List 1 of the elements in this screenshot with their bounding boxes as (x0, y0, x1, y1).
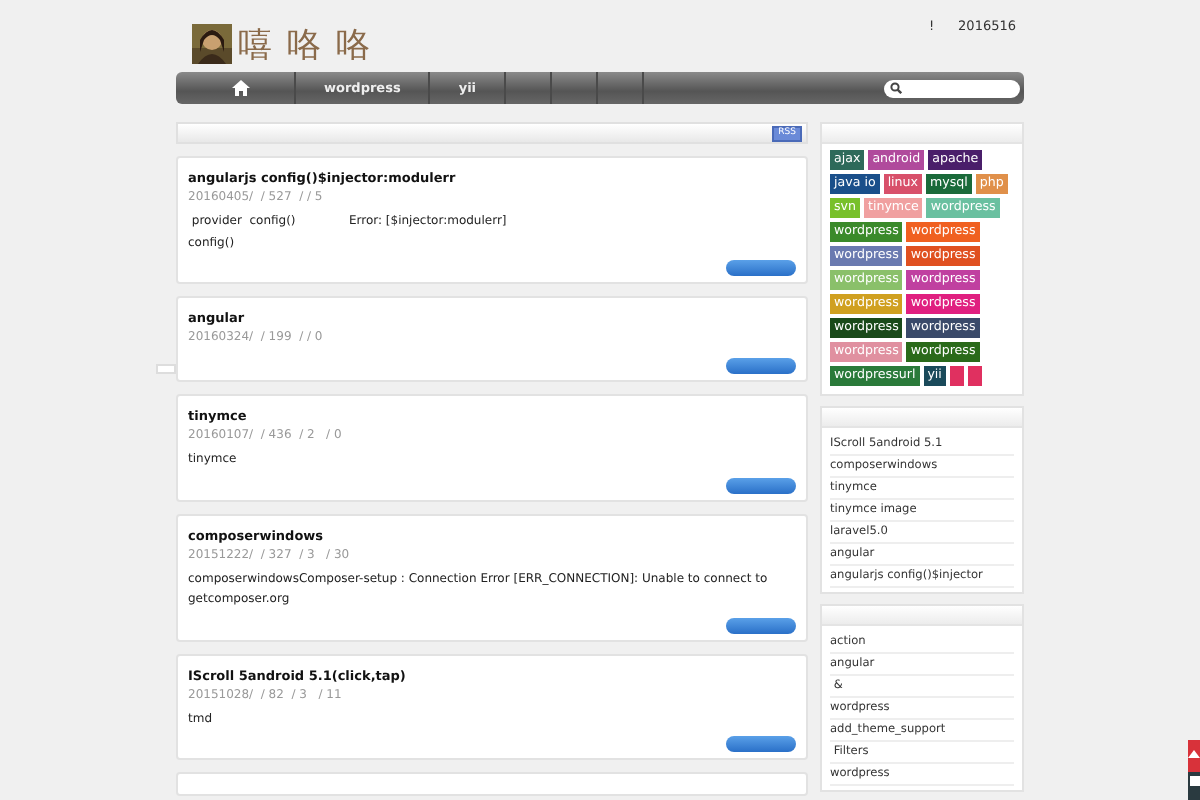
site-title: 嘻 咯 咯 (238, 23, 372, 67)
